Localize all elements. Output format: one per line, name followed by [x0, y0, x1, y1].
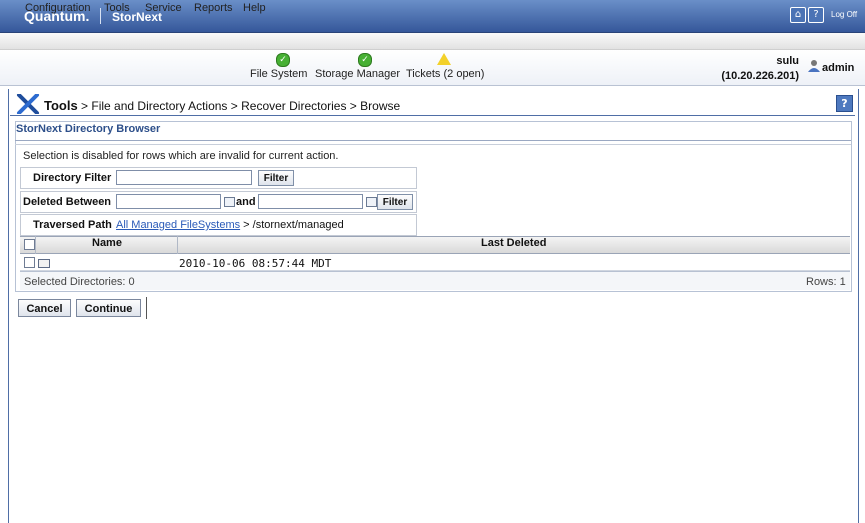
menu-help[interactable]: Help — [243, 2, 266, 14]
all-managed-filesystems-link[interactable]: All Managed FileSystems — [116, 219, 240, 231]
calendar-icon[interactable] — [224, 197, 235, 207]
status-file-system[interactable]: File System — [250, 68, 307, 80]
cancel-button[interactable]: Cancel — [18, 299, 71, 317]
panel-divider — [15, 140, 851, 141]
tickets-warning-icon[interactable] — [437, 53, 451, 65]
directory-filter-label: Directory Filter — [33, 172, 112, 184]
panel-divider-secondary — [15, 144, 851, 145]
status-tickets[interactable]: Tickets (2 open) — [406, 68, 484, 80]
button-divider — [146, 297, 147, 319]
directory-filter-input[interactable] — [116, 170, 252, 185]
help-icon[interactable]: ? — [808, 7, 824, 23]
last-deleted-column-header[interactable]: Last Deleted — [481, 237, 546, 249]
traversed-path: All Managed FileSystems > /stornext/mana… — [116, 219, 344, 231]
last-deleted-cell: 2010-10-06 08:57:44 MDT — [179, 257, 332, 270]
user-name[interactable]: admin — [822, 62, 854, 74]
page-help-button[interactable]: ? — [836, 95, 853, 112]
host-ip: (10.20.226.201) — [721, 70, 799, 82]
status-storage-manager[interactable]: Storage Manager — [315, 68, 400, 80]
logoff-link[interactable]: Log Off — [831, 10, 857, 19]
name-column-header[interactable]: Name — [92, 237, 122, 249]
menu-tools[interactable]: Tools — [104, 2, 130, 14]
traversed-path-label: Traversed Path — [33, 219, 112, 231]
rows-count: Rows: 1 — [806, 276, 846, 288]
menu-bar — [0, 33, 865, 50]
deleted-to-input[interactable] — [258, 194, 363, 209]
tools-icon — [17, 94, 39, 114]
calendar-icon[interactable] — [366, 197, 377, 207]
host-name: sulu — [776, 55, 799, 67]
menu-service[interactable]: Service — [145, 2, 182, 14]
breadcrumb-path: > File and Directory Actions > Recover D… — [77, 99, 401, 113]
selected-directories-count: Selected Directories: 0 — [24, 276, 135, 288]
storage-manager-ok-icon[interactable]: ✓ — [358, 53, 372, 67]
deleted-filter-button[interactable]: Filter — [377, 194, 413, 210]
menu-configuration[interactable]: Configuration — [25, 2, 90, 14]
menu-reports[interactable]: Reports — [194, 2, 233, 14]
breadcrumb-root: Tools — [44, 98, 78, 113]
and-label: and — [236, 196, 256, 208]
file-system-ok-icon[interactable]: ✓ — [276, 53, 290, 67]
brand-separator — [100, 8, 101, 24]
row-checkbox[interactable] — [24, 257, 35, 268]
deleted-between-label: Deleted Between — [23, 196, 112, 208]
grid-header — [20, 236, 850, 254]
continue-button[interactable]: Continue — [76, 299, 141, 317]
traversed-path-rest: > /stornext/managed — [240, 219, 344, 231]
grid-footer — [20, 271, 850, 290]
user-icon — [808, 60, 820, 72]
deleted-from-input[interactable] — [116, 194, 221, 209]
home-icon[interactable]: ⌂ — [790, 7, 806, 23]
panel-title: StorNext Directory Browser — [16, 123, 161, 135]
selection-notice: Selection is disabled for rows which are… — [23, 150, 339, 162]
folder-icon[interactable] — [38, 259, 50, 268]
select-all-checkbox[interactable] — [24, 239, 35, 250]
directory-filter-button[interactable]: Filter — [258, 170, 294, 186]
table-row[interactable] — [20, 254, 850, 271]
breadcrumb: Tools > File and Directory Actions > Rec… — [44, 98, 400, 113]
